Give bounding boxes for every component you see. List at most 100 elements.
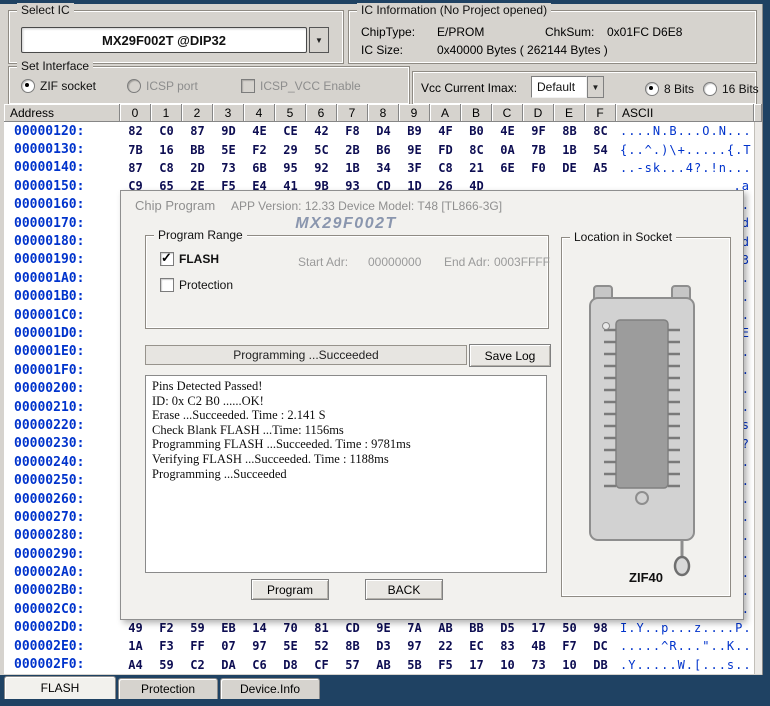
hex-byte[interactable]: 4E	[492, 124, 523, 138]
hex-address[interactable]: 00000220:	[4, 418, 120, 433]
hex-byte[interactable]: D8	[275, 658, 306, 672]
hex-address[interactable]: 00000160:	[4, 197, 120, 212]
hex-address[interactable]: 000002C0:	[4, 602, 120, 617]
hex-byte[interactable]: C2	[182, 658, 213, 672]
hex-byte[interactable]: 17	[523, 621, 554, 635]
hex-address[interactable]: 000002E0:	[4, 639, 120, 654]
hex-address[interactable]: 000001F0:	[4, 363, 120, 378]
hex-header-d[interactable]: D	[523, 104, 554, 122]
hex-byte[interactable]: A5	[585, 161, 616, 175]
hex-byte[interactable]: D3	[368, 639, 399, 653]
hex-byte[interactable]: EC	[461, 639, 492, 653]
hex-byte[interactable]: 57	[337, 658, 368, 672]
hex-byte[interactable]: 6E	[492, 161, 523, 175]
hex-byte[interactable]: 97	[244, 639, 275, 653]
hex-byte[interactable]: 5E	[213, 143, 244, 157]
hex-byte[interactable]: 4E	[244, 124, 275, 138]
hex-byte[interactable]: 8C	[585, 124, 616, 138]
hex-byte[interactable]: DE	[554, 161, 585, 175]
hex-ascii[interactable]: {..^.)\+.....{.T	[616, 143, 754, 157]
hex-address[interactable]: 00000170:	[4, 216, 120, 231]
hex-byte[interactable]: 3F	[399, 161, 430, 175]
hex-address[interactable]: 00000200:	[4, 381, 120, 396]
hex-address[interactable]: 00000230:	[4, 436, 120, 451]
hex-address[interactable]: 00000140:	[4, 160, 120, 175]
hex-header-1[interactable]: 1	[151, 104, 182, 122]
hex-header-3[interactable]: 3	[213, 104, 244, 122]
hex-header-a[interactable]: A	[430, 104, 461, 122]
hex-address[interactable]: 00000280:	[4, 528, 120, 543]
hex-byte[interactable]: 29	[275, 143, 306, 157]
hex-byte[interactable]: 7A	[399, 621, 430, 635]
hex-byte[interactable]: 4F	[430, 124, 461, 138]
hex-byte[interactable]: 5E	[275, 639, 306, 653]
hex-byte[interactable]: C6	[244, 658, 275, 672]
hex-byte[interactable]: F3	[151, 639, 182, 653]
chevron-down-icon[interactable]: ▼	[587, 76, 604, 98]
hex-ascii[interactable]: .Y.....W.[...s..	[616, 658, 754, 672]
hex-byte[interactable]: 5B	[399, 658, 430, 672]
hex-address[interactable]: 000001B0:	[4, 289, 120, 304]
hex-byte[interactable]: 87	[120, 161, 151, 175]
hex-byte[interactable]: 0A	[492, 143, 523, 157]
hex-address[interactable]: 00000240:	[4, 455, 120, 470]
checkbox-icon[interactable]	[160, 278, 174, 292]
hex-byte[interactable]: AB	[430, 621, 461, 635]
hex-byte[interactable]: F2	[244, 143, 275, 157]
hex-byte[interactable]: 10	[554, 658, 585, 672]
hex-byte[interactable]: F0	[523, 161, 554, 175]
hex-byte[interactable]: 5C	[306, 143, 337, 157]
tab-device-info[interactable]: Device.Info	[220, 678, 320, 699]
hex-byte[interactable]: 9F	[523, 124, 554, 138]
hex-byte[interactable]: 8C	[461, 143, 492, 157]
hex-byte[interactable]: B9	[399, 124, 430, 138]
hex-header-2[interactable]: 2	[182, 104, 213, 122]
hex-byte[interactable]: 17	[461, 658, 492, 672]
protection-checkbox[interactable]: Protection	[160, 278, 233, 292]
hex-byte[interactable]: BB	[461, 621, 492, 635]
hex-byte[interactable]: 22	[430, 639, 461, 653]
hex-byte[interactable]: 83	[492, 639, 523, 653]
hex-address[interactable]: 000001D0:	[4, 326, 120, 341]
program-button[interactable]: Program	[251, 579, 329, 600]
hex-byte[interactable]: CD	[337, 621, 368, 635]
hex-byte[interactable]: CE	[275, 124, 306, 138]
hex-header-5[interactable]: 5	[275, 104, 306, 122]
hex-address[interactable]: 000002B0:	[4, 583, 120, 598]
hex-header-b[interactable]: B	[461, 104, 492, 122]
vcc-current-value[interactable]: Default	[531, 76, 587, 98]
hex-address[interactable]: 00000150:	[4, 179, 120, 194]
log-output[interactable]: Pins Detected Passed!ID: 0x C2 B0 ......…	[145, 375, 547, 573]
hex-address[interactable]: 00000270:	[4, 510, 120, 525]
flash-checkbox[interactable]: FLASH	[160, 252, 219, 266]
back-button[interactable]: BACK	[365, 579, 443, 600]
hex-header-4[interactable]: 4	[244, 104, 275, 122]
hex-address[interactable]: 000001E0:	[4, 344, 120, 359]
hex-byte[interactable]: 81	[306, 621, 337, 635]
hex-byte[interactable]: C0	[151, 124, 182, 138]
radio-icon[interactable]	[127, 79, 141, 93]
hex-byte[interactable]: 59	[151, 658, 182, 672]
hex-byte[interactable]: 9D	[213, 124, 244, 138]
hex-byte[interactable]: 98	[585, 621, 616, 635]
hex-byte[interactable]: DB	[585, 658, 616, 672]
hex-address[interactable]: 00000130:	[4, 142, 120, 157]
hex-byte[interactable]: 73	[523, 658, 554, 672]
hex-ascii[interactable]: ....N.B...O.N...	[616, 124, 754, 138]
hex-byte[interactable]: 97	[399, 639, 430, 653]
hex-byte[interactable]: DC	[585, 639, 616, 653]
hex-address[interactable]: 00000120:	[4, 124, 120, 139]
hex-byte[interactable]: 21	[461, 161, 492, 175]
hex-byte[interactable]: EB	[213, 621, 244, 635]
hex-byte[interactable]: 9E	[368, 621, 399, 635]
hex-byte[interactable]: 92	[306, 161, 337, 175]
hex-header-9[interactable]: 9	[399, 104, 430, 122]
hex-byte[interactable]: C8	[151, 161, 182, 175]
hex-address[interactable]: 000001A0:	[4, 271, 120, 286]
tab-protection[interactable]: Protection	[118, 678, 218, 699]
hex-byte[interactable]: 8B	[554, 124, 585, 138]
hex-byte[interactable]: D4	[368, 124, 399, 138]
hex-byte[interactable]: 82	[120, 124, 151, 138]
hex-address[interactable]: 00000180:	[4, 234, 120, 249]
hex-address[interactable]: 000001C0:	[4, 308, 120, 323]
